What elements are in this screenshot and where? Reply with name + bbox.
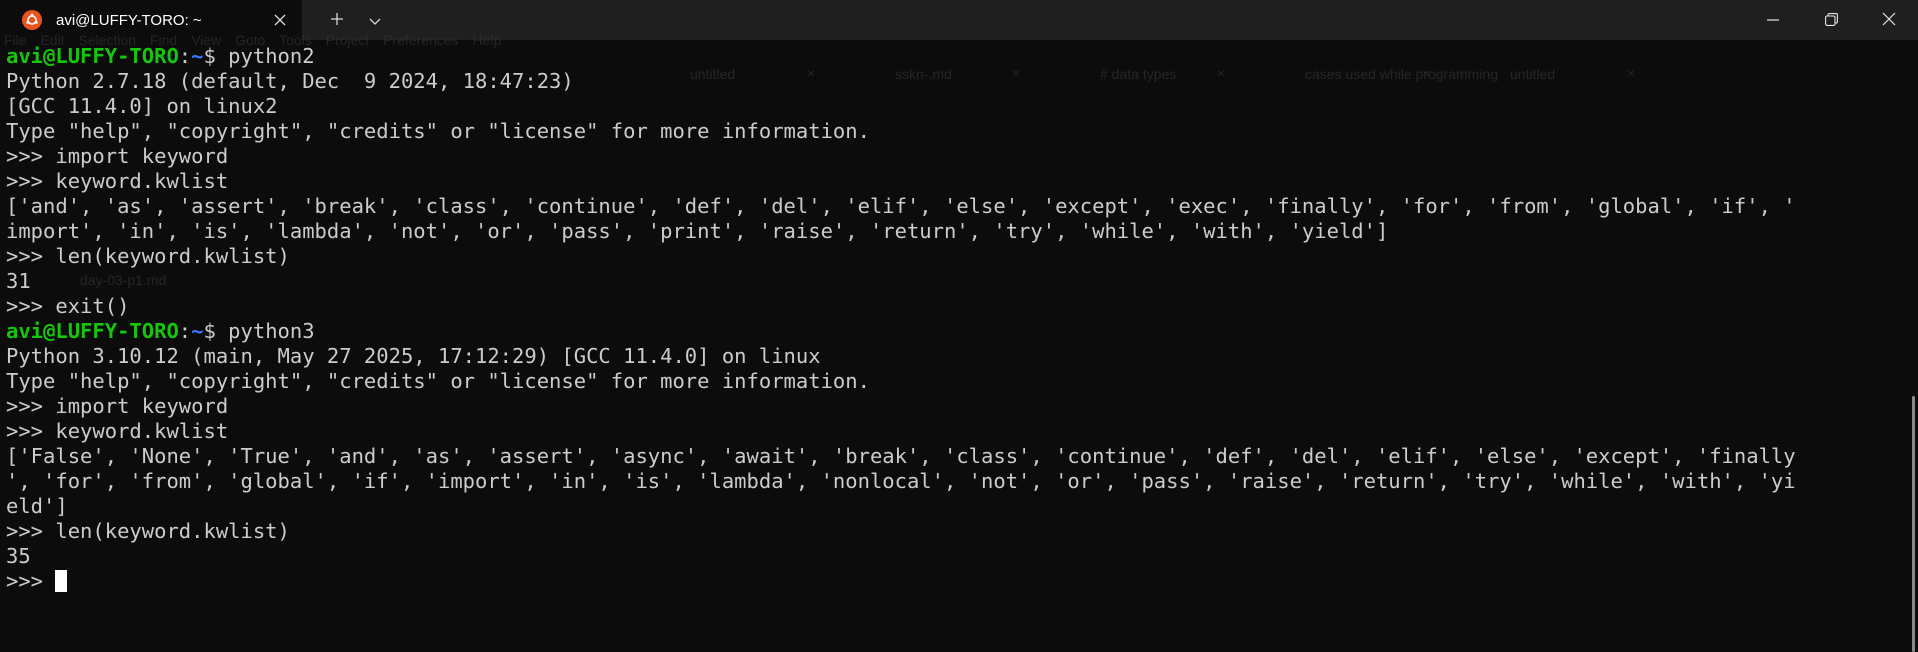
output-text: eld'] — [6, 494, 68, 518]
prompt-user: avi@LUFFY-TORO — [6, 44, 179, 68]
terminal-line: Type "help", "copyright", "credits" or "… — [6, 119, 1918, 144]
command-text: python2 — [228, 44, 315, 68]
minimize-button[interactable] — [1744, 0, 1802, 40]
terminal-line: avi@LUFFY-TORO:~$ python2 — [6, 44, 1918, 69]
terminal-line: >>> len(keyword.kwlist) — [6, 519, 1918, 544]
terminal-scrollbar[interactable] — [1906, 40, 1918, 652]
terminal-line: ', 'for', 'from', 'global', 'if', 'impor… — [6, 469, 1918, 494]
terminal-line: >>> import keyword — [6, 394, 1918, 419]
text-cursor — [55, 570, 68, 592]
close-window-button[interactable] — [1860, 0, 1918, 40]
output-text: [GCC 11.4.0] on linux2 — [6, 94, 278, 118]
terminal-line: >>> len(keyword.kwlist) — [6, 244, 1918, 269]
output-text: >>> len(keyword.kwlist) — [6, 519, 290, 543]
terminal-line: 35 — [6, 544, 1918, 569]
terminal-line: avi@LUFFY-TORO:~$ python3 — [6, 319, 1918, 344]
tab-title: avi@LUFFY-TORO: ~ — [56, 11, 202, 29]
prompt-symbol: $ — [203, 44, 229, 68]
output-text: >>> keyword.kwlist — [6, 419, 229, 443]
minimize-icon — [1767, 11, 1779, 30]
output-text: ['False', 'None', 'True', 'and', 'as', '… — [6, 444, 1796, 468]
restore-icon — [1824, 11, 1838, 30]
terminal-line: >>> keyword.kwlist — [6, 419, 1918, 444]
output-text: >>> exit() — [6, 294, 130, 318]
output-text: >>> import keyword — [6, 144, 229, 168]
chevron-down-icon — [369, 11, 381, 30]
terminal-line: Python 2.7.18 (default, Dec 9 2024, 18:4… — [6, 69, 1918, 94]
terminal-line: Python 3.10.12 (main, May 27 2025, 17:12… — [6, 344, 1918, 369]
ubuntu-icon — [22, 10, 42, 30]
terminal-line: >>> import keyword — [6, 144, 1918, 169]
terminal-line: Type "help", "copyright", "credits" or "… — [6, 369, 1918, 394]
terminal-line: ['False', 'None', 'True', 'and', 'as', '… — [6, 444, 1918, 469]
terminal-line: [GCC 11.4.0] on linux2 — [6, 94, 1918, 119]
terminal-line: import', 'in', 'is', 'lambda', 'not', 'o… — [6, 219, 1918, 244]
prompt-separator: : — [178, 44, 192, 68]
output-text: ', 'for', 'from', 'global', 'if', 'impor… — [6, 469, 1796, 493]
prompt-user: avi@LUFFY-TORO — [6, 319, 179, 343]
output-text: >>> import keyword — [6, 394, 229, 418]
output-text: import', 'in', 'is', 'lambda', 'not', 'o… — [6, 219, 1389, 243]
output-text: >>> len(keyword.kwlist) — [6, 244, 290, 268]
window-controls — [1744, 0, 1918, 40]
prompt-symbol: $ — [203, 319, 229, 343]
output-text: 35 — [6, 544, 31, 568]
terminal-output[interactable]: avi@LUFFY-TORO:~$ python2 Python 2.7.18 (… — [6, 44, 1918, 594]
terminal-line: eld'] — [6, 494, 1918, 519]
close-icon[interactable] — [268, 8, 292, 32]
prompt-path: ~ — [191, 319, 204, 343]
terminal-line: >>> exit() — [6, 294, 1918, 319]
terminal-line: >>> — [6, 569, 1918, 594]
restore-button[interactable] — [1802, 0, 1860, 40]
prompt-separator: : — [178, 319, 192, 343]
plus-icon — [330, 11, 344, 30]
output-text: >>> keyword.kwlist — [6, 169, 229, 193]
output-text: Python 3.10.12 (main, May 27 2025, 17:12… — [6, 344, 821, 368]
output-text: Python 2.7.18 (default, Dec 9 2024, 18:4… — [6, 69, 574, 93]
close-icon — [1882, 11, 1896, 30]
terminal-line: 31 — [6, 269, 1918, 294]
output-text: Type "help", "copyright", "credits" or "… — [6, 369, 870, 393]
command-text: python3 — [228, 319, 315, 343]
scrollbar-thumb[interactable] — [1912, 396, 1915, 652]
prompt-path: ~ — [191, 44, 204, 68]
terminal-line: ['and', 'as', 'assert', 'break', 'class'… — [6, 194, 1918, 219]
output-text: ['and', 'as', 'assert', 'break', 'class'… — [6, 194, 1796, 218]
output-text: >>> — [6, 569, 56, 593]
terminal-line: >>> keyword.kwlist — [6, 169, 1918, 194]
output-text: Type "help", "copyright", "credits" or "… — [6, 119, 870, 143]
output-text: 31 — [6, 269, 31, 293]
